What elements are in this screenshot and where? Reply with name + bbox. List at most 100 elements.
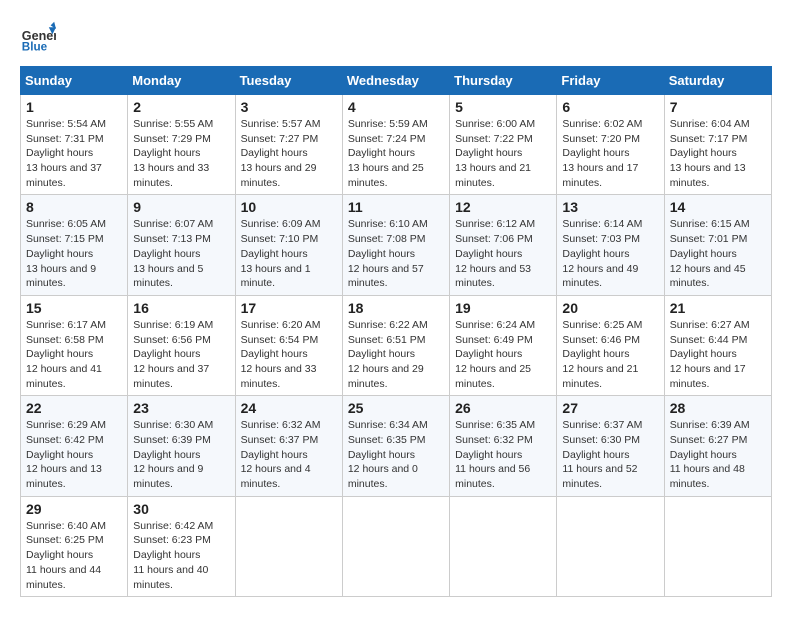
day-info: Sunrise: 6:34 AM Sunset: 6:35 PM Dayligh… — [348, 418, 444, 491]
day-number: 12 — [455, 199, 551, 215]
calendar-cell: 1 Sunrise: 5:54 AM Sunset: 7:31 PM Dayli… — [21, 95, 128, 195]
day-number: 20 — [562, 300, 658, 316]
day-info: Sunrise: 6:10 AM Sunset: 7:08 PM Dayligh… — [348, 217, 444, 290]
column-header-friday: Friday — [557, 67, 664, 95]
day-info: Sunrise: 6:22 AM Sunset: 6:51 PM Dayligh… — [348, 318, 444, 391]
calendar-cell: 27 Sunrise: 6:37 AM Sunset: 6:30 PM Dayl… — [557, 396, 664, 496]
column-header-monday: Monday — [128, 67, 235, 95]
day-number: 19 — [455, 300, 551, 316]
calendar-cell: 7 Sunrise: 6:04 AM Sunset: 7:17 PM Dayli… — [664, 95, 771, 195]
calendar-cell: 10 Sunrise: 6:09 AM Sunset: 7:10 PM Dayl… — [235, 195, 342, 295]
calendar-cell: 28 Sunrise: 6:39 AM Sunset: 6:27 PM Dayl… — [664, 396, 771, 496]
day-number: 10 — [241, 199, 337, 215]
day-number: 8 — [26, 199, 122, 215]
day-info: Sunrise: 6:32 AM Sunset: 6:37 PM Dayligh… — [241, 418, 337, 491]
day-number: 14 — [670, 199, 766, 215]
day-info: Sunrise: 6:00 AM Sunset: 7:22 PM Dayligh… — [455, 117, 551, 190]
calendar-cell: 11 Sunrise: 6:10 AM Sunset: 7:08 PM Dayl… — [342, 195, 449, 295]
day-number: 24 — [241, 400, 337, 416]
calendar-cell — [235, 496, 342, 596]
calendar-cell: 18 Sunrise: 6:22 AM Sunset: 6:51 PM Dayl… — [342, 295, 449, 395]
calendar-cell: 8 Sunrise: 6:05 AM Sunset: 7:15 PM Dayli… — [21, 195, 128, 295]
calendar-week-2: 8 Sunrise: 6:05 AM Sunset: 7:15 PM Dayli… — [21, 195, 772, 295]
calendar-cell: 29 Sunrise: 6:40 AM Sunset: 6:25 PM Dayl… — [21, 496, 128, 596]
day-number: 25 — [348, 400, 444, 416]
day-number: 16 — [133, 300, 229, 316]
day-info: Sunrise: 6:09 AM Sunset: 7:10 PM Dayligh… — [241, 217, 337, 290]
page-header: General Blue — [20, 20, 772, 56]
day-info: Sunrise: 6:25 AM Sunset: 6:46 PM Dayligh… — [562, 318, 658, 391]
day-number: 28 — [670, 400, 766, 416]
calendar-cell: 15 Sunrise: 6:17 AM Sunset: 6:58 PM Dayl… — [21, 295, 128, 395]
calendar-cell: 12 Sunrise: 6:12 AM Sunset: 7:06 PM Dayl… — [450, 195, 557, 295]
day-number: 13 — [562, 199, 658, 215]
calendar-week-1: 1 Sunrise: 5:54 AM Sunset: 7:31 PM Dayli… — [21, 95, 772, 195]
day-info: Sunrise: 6:35 AM Sunset: 6:32 PM Dayligh… — [455, 418, 551, 491]
day-number: 23 — [133, 400, 229, 416]
day-info: Sunrise: 6:12 AM Sunset: 7:06 PM Dayligh… — [455, 217, 551, 290]
day-number: 9 — [133, 199, 229, 215]
day-info: Sunrise: 5:59 AM Sunset: 7:24 PM Dayligh… — [348, 117, 444, 190]
day-info: Sunrise: 5:55 AM Sunset: 7:29 PM Dayligh… — [133, 117, 229, 190]
day-info: Sunrise: 6:24 AM Sunset: 6:49 PM Dayligh… — [455, 318, 551, 391]
day-number: 6 — [562, 99, 658, 115]
calendar-cell: 21 Sunrise: 6:27 AM Sunset: 6:44 PM Dayl… — [664, 295, 771, 395]
calendar-cell — [342, 496, 449, 596]
calendar-cell: 13 Sunrise: 6:14 AM Sunset: 7:03 PM Dayl… — [557, 195, 664, 295]
day-info: Sunrise: 6:15 AM Sunset: 7:01 PM Dayligh… — [670, 217, 766, 290]
calendar-week-3: 15 Sunrise: 6:17 AM Sunset: 6:58 PM Dayl… — [21, 295, 772, 395]
calendar-week-5: 29 Sunrise: 6:40 AM Sunset: 6:25 PM Dayl… — [21, 496, 772, 596]
day-info: Sunrise: 6:17 AM Sunset: 6:58 PM Dayligh… — [26, 318, 122, 391]
day-number: 2 — [133, 99, 229, 115]
svg-text:Blue: Blue — [22, 41, 48, 54]
calendar-cell: 16 Sunrise: 6:19 AM Sunset: 6:56 PM Dayl… — [128, 295, 235, 395]
calendar-cell: 24 Sunrise: 6:32 AM Sunset: 6:37 PM Dayl… — [235, 396, 342, 496]
calendar-cell: 5 Sunrise: 6:00 AM Sunset: 7:22 PM Dayli… — [450, 95, 557, 195]
day-info: Sunrise: 6:05 AM Sunset: 7:15 PM Dayligh… — [26, 217, 122, 290]
day-info: Sunrise: 6:19 AM Sunset: 6:56 PM Dayligh… — [133, 318, 229, 391]
calendar-cell: 17 Sunrise: 6:20 AM Sunset: 6:54 PM Dayl… — [235, 295, 342, 395]
day-number: 18 — [348, 300, 444, 316]
calendar-cell: 19 Sunrise: 6:24 AM Sunset: 6:49 PM Dayl… — [450, 295, 557, 395]
column-header-sunday: Sunday — [21, 67, 128, 95]
day-number: 7 — [670, 99, 766, 115]
day-number: 11 — [348, 199, 444, 215]
column-header-thursday: Thursday — [450, 67, 557, 95]
day-info: Sunrise: 5:57 AM Sunset: 7:27 PM Dayligh… — [241, 117, 337, 190]
day-info: Sunrise: 6:27 AM Sunset: 6:44 PM Dayligh… — [670, 318, 766, 391]
column-header-wednesday: Wednesday — [342, 67, 449, 95]
day-info: Sunrise: 6:39 AM Sunset: 6:27 PM Dayligh… — [670, 418, 766, 491]
calendar-cell: 9 Sunrise: 6:07 AM Sunset: 7:13 PM Dayli… — [128, 195, 235, 295]
day-info: Sunrise: 6:42 AM Sunset: 6:23 PM Dayligh… — [133, 519, 229, 592]
column-header-tuesday: Tuesday — [235, 67, 342, 95]
calendar-cell: 23 Sunrise: 6:30 AM Sunset: 6:39 PM Dayl… — [128, 396, 235, 496]
calendar-cell: 30 Sunrise: 6:42 AM Sunset: 6:23 PM Dayl… — [128, 496, 235, 596]
day-number: 27 — [562, 400, 658, 416]
calendar-cell — [450, 496, 557, 596]
calendar-cell — [664, 496, 771, 596]
day-info: Sunrise: 6:04 AM Sunset: 7:17 PM Dayligh… — [670, 117, 766, 190]
calendar-cell: 25 Sunrise: 6:34 AM Sunset: 6:35 PM Dayl… — [342, 396, 449, 496]
day-info: Sunrise: 6:29 AM Sunset: 6:42 PM Dayligh… — [26, 418, 122, 491]
day-number: 30 — [133, 501, 229, 517]
calendar-cell — [557, 496, 664, 596]
day-info: Sunrise: 6:40 AM Sunset: 6:25 PM Dayligh… — [26, 519, 122, 592]
day-number: 1 — [26, 99, 122, 115]
day-number: 17 — [241, 300, 337, 316]
calendar-header-row: SundayMondayTuesdayWednesdayThursdayFrid… — [21, 67, 772, 95]
day-number: 5 — [455, 99, 551, 115]
calendar-cell: 20 Sunrise: 6:25 AM Sunset: 6:46 PM Dayl… — [557, 295, 664, 395]
calendar-cell: 4 Sunrise: 5:59 AM Sunset: 7:24 PM Dayli… — [342, 95, 449, 195]
day-info: Sunrise: 6:07 AM Sunset: 7:13 PM Dayligh… — [133, 217, 229, 290]
day-number: 4 — [348, 99, 444, 115]
calendar-cell: 22 Sunrise: 6:29 AM Sunset: 6:42 PM Dayl… — [21, 396, 128, 496]
logo: General Blue — [20, 20, 56, 56]
day-number: 21 — [670, 300, 766, 316]
calendar-cell: 14 Sunrise: 6:15 AM Sunset: 7:01 PM Dayl… — [664, 195, 771, 295]
day-number: 22 — [26, 400, 122, 416]
day-number: 26 — [455, 400, 551, 416]
day-number: 3 — [241, 99, 337, 115]
day-number: 29 — [26, 501, 122, 517]
calendar-cell: 26 Sunrise: 6:35 AM Sunset: 6:32 PM Dayl… — [450, 396, 557, 496]
calendar-cell: 2 Sunrise: 5:55 AM Sunset: 7:29 PM Dayli… — [128, 95, 235, 195]
